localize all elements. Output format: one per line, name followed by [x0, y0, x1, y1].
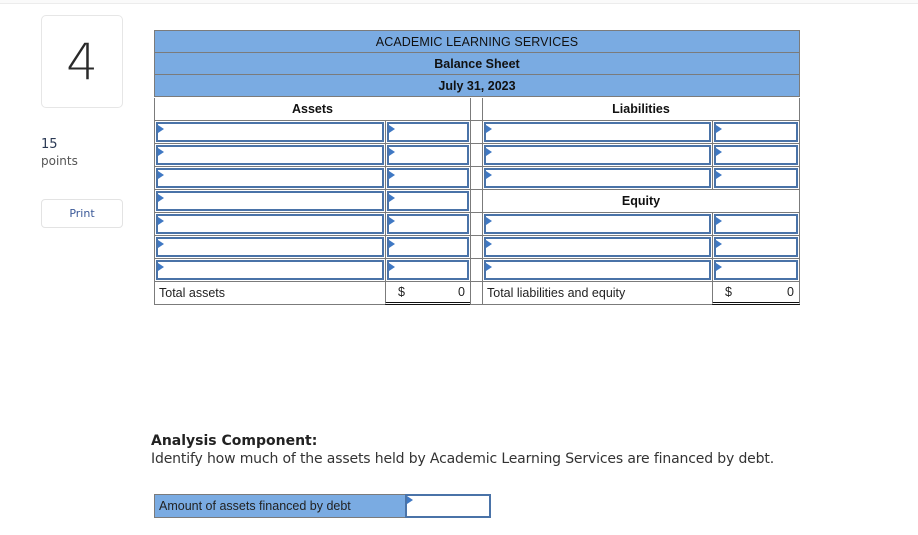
- table-row: [154, 213, 800, 236]
- print-button[interactable]: Print: [41, 199, 123, 228]
- liability-amount-input-2[interactable]: [714, 145, 798, 165]
- total-assets-amount: $ 0: [385, 282, 471, 305]
- total-assets-label: Total assets: [154, 282, 386, 305]
- table-row: [154, 144, 800, 167]
- company-name: ACADEMIC LEARNING SERVICES: [154, 30, 800, 53]
- table-row: Equity: [154, 190, 800, 213]
- asset-amount-input-2[interactable]: [387, 145, 469, 165]
- asset-amount-input-5[interactable]: [387, 214, 469, 234]
- asset-amount-input-6[interactable]: [387, 237, 469, 257]
- column-header-row: Assets Liabilities: [154, 98, 800, 121]
- liabilities-header: Liabilities: [482, 98, 800, 121]
- balance-sheet-grid: Assets Liabilities Equity Total assets $…: [154, 98, 800, 305]
- table-row: [154, 259, 800, 282]
- asset-label-input-1[interactable]: [156, 122, 384, 142]
- debt-row: Amount of assets financed by debt: [154, 494, 491, 518]
- asset-amount-input-7[interactable]: [387, 260, 469, 280]
- asset-amount-input-4[interactable]: [387, 191, 469, 211]
- table-row: [154, 236, 800, 259]
- total-assets-currency: $: [398, 285, 405, 299]
- analysis-title: Analysis Component:: [151, 433, 318, 449]
- statement-title: Balance Sheet: [154, 52, 800, 75]
- total-le-value: 0: [787, 285, 794, 299]
- total-le-currency: $: [725, 285, 732, 299]
- equity-amount-input-1[interactable]: [714, 214, 798, 234]
- total-liabilities-equity-amount: $ 0: [712, 282, 800, 305]
- table-row: [154, 121, 800, 144]
- points-label: points: [41, 154, 78, 168]
- points-value: 15: [41, 137, 58, 152]
- asset-label-input-5[interactable]: [156, 214, 384, 234]
- equity-label-input-1[interactable]: [484, 214, 711, 234]
- equity-label-input-3[interactable]: [484, 260, 711, 280]
- debt-label: Amount of assets financed by debt: [154, 494, 406, 518]
- statement-date: July 31, 2023: [154, 74, 800, 97]
- asset-label-input-6[interactable]: [156, 237, 384, 257]
- asset-label-input-2[interactable]: [156, 145, 384, 165]
- asset-label-input-7[interactable]: [156, 260, 384, 280]
- liability-label-input-2[interactable]: [484, 145, 711, 165]
- equity-label-input-2[interactable]: [484, 237, 711, 257]
- equity-header: Equity: [482, 190, 800, 213]
- equity-amount-input-3[interactable]: [714, 260, 798, 280]
- asset-amount-input-3[interactable]: [387, 168, 469, 188]
- liability-amount-input-1[interactable]: [714, 122, 798, 142]
- top-bar: [0, 0, 918, 4]
- asset-label-input-4[interactable]: [156, 191, 384, 211]
- question-number: 4: [41, 15, 123, 108]
- liability-label-input-1[interactable]: [484, 122, 711, 142]
- balance-sheet: ACADEMIC LEARNING SERVICES Balance Sheet…: [154, 30, 800, 305]
- debt-amount-input[interactable]: [405, 494, 491, 518]
- liability-label-input-3[interactable]: [484, 168, 711, 188]
- equity-amount-input-2[interactable]: [714, 237, 798, 257]
- assets-header: Assets: [154, 98, 471, 121]
- table-row: [154, 167, 800, 190]
- liability-amount-input-3[interactable]: [714, 168, 798, 188]
- asset-label-input-3[interactable]: [156, 168, 384, 188]
- total-assets-value: 0: [458, 285, 465, 299]
- total-liabilities-equity-label: Total liabilities and equity: [482, 282, 713, 305]
- asset-amount-input-1[interactable]: [387, 122, 469, 142]
- analysis-instruction: Identify how much of the assets held by …: [151, 451, 775, 467]
- totals-row: Total assets $ 0 Total liabilities and e…: [154, 282, 800, 305]
